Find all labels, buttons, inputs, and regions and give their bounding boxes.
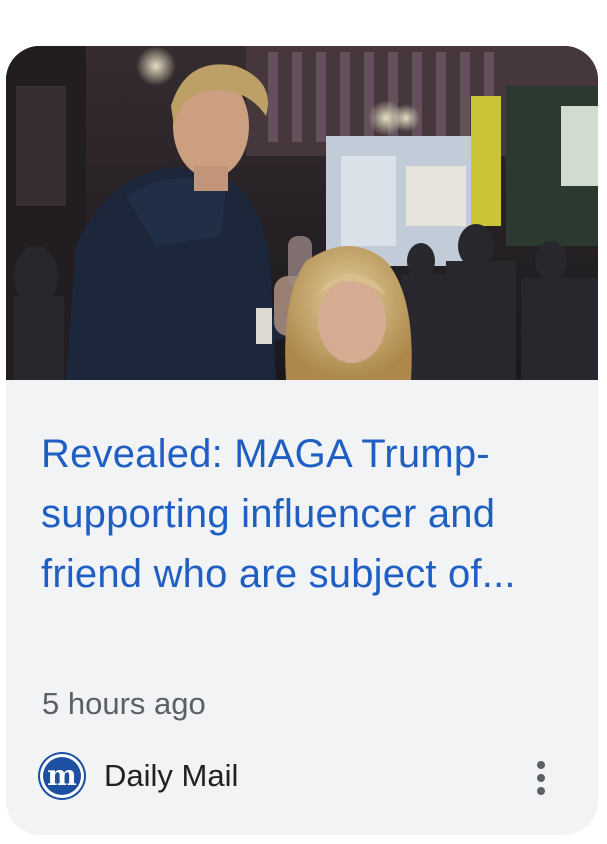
news-card[interactable]: Revealed: MAGA Trump-supporting influenc…: [6, 46, 598, 835]
more-dot: [537, 774, 545, 782]
more-dot: [537, 761, 545, 769]
source-name: Daily Mail: [104, 758, 239, 793]
news-thumbnail[interactable]: [6, 46, 598, 380]
headline-link[interactable]: Revealed: MAGA Trump-supporting influenc…: [41, 424, 561, 604]
more-dot: [537, 787, 545, 795]
source-row[interactable]: m Daily Mail: [40, 753, 238, 799]
more-options-icon[interactable]: [523, 753, 559, 803]
publish-time: 5 hours ago: [42, 686, 206, 721]
daily-mail-logo-icon: m: [40, 754, 84, 798]
news-photo-illustration: [6, 46, 598, 380]
